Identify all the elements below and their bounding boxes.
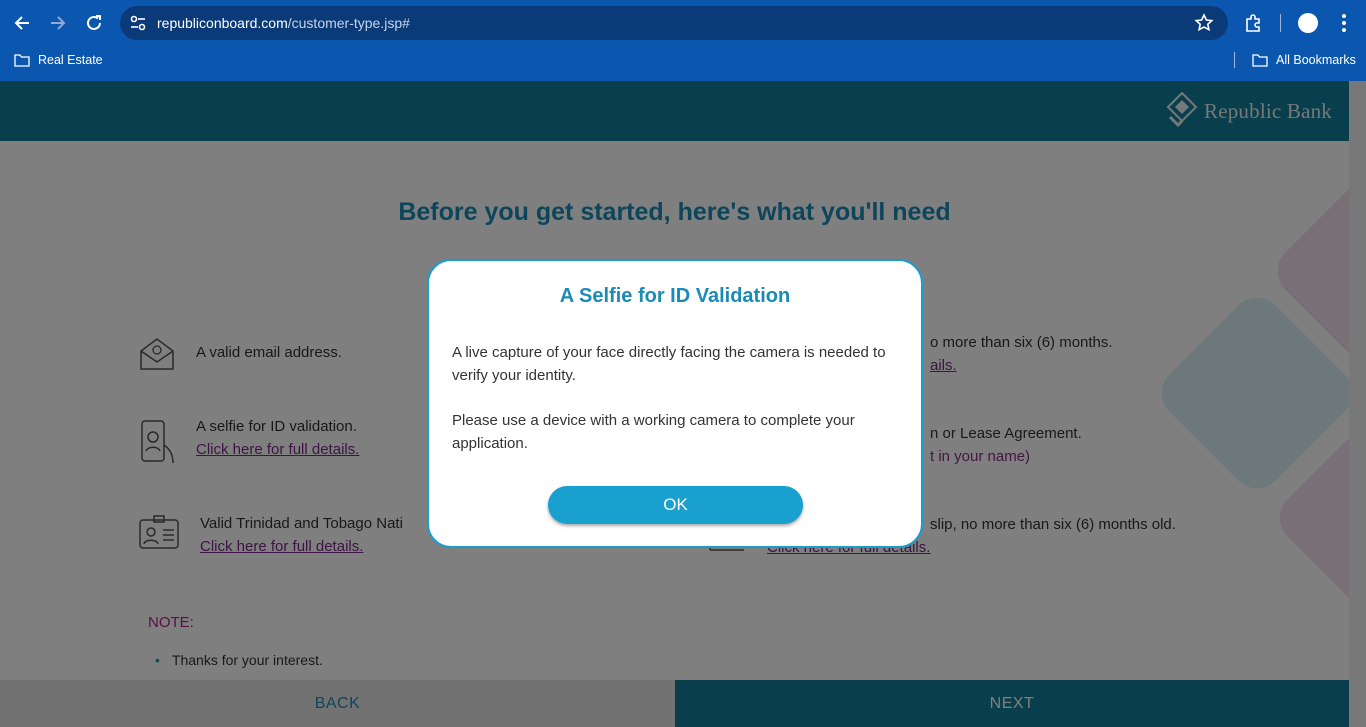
folder-icon	[1252, 54, 1268, 67]
folder-icon	[14, 54, 30, 67]
selfie-validation-dialog: A Selfie for ID Validation A live captur…	[427, 259, 923, 548]
extensions-icon[interactable]	[1244, 13, 1264, 33]
dialog-paragraph: A live capture of your face directly fac…	[452, 344, 886, 384]
dialog-body: A live capture of your face directly fac…	[452, 341, 904, 455]
bookmarks-divider	[1234, 52, 1235, 68]
bookmark-all-bookmarks[interactable]: All Bookmarks	[1252, 51, 1356, 69]
address-bar[interactable]: republiconboard.com/customer-type.jsp#	[120, 6, 1228, 40]
ok-button[interactable]: OK	[548, 486, 803, 524]
site-settings-icon[interactable]	[129, 14, 147, 32]
bookmark-star-icon[interactable]	[1194, 13, 1214, 33]
toolbar-divider	[1280, 14, 1281, 32]
back-arrow-icon[interactable]	[8, 9, 36, 37]
bookmark-real-estate[interactable]: Real Estate	[14, 51, 103, 69]
reload-icon[interactable]	[80, 9, 108, 37]
forward-arrow-icon[interactable]	[44, 9, 72, 37]
dialog-paragraph: Please use a device with a working camer…	[452, 412, 855, 452]
menu-kebab-icon[interactable]	[1334, 12, 1354, 34]
profile-avatar[interactable]	[1298, 13, 1318, 33]
browser-toolbar: republiconboard.com/customer-type.jsp# R…	[0, 0, 1366, 81]
dialog-title: A Selfie for ID Validation	[559, 285, 791, 307]
url-text: republiconboard.com/customer-type.jsp#	[157, 15, 410, 31]
